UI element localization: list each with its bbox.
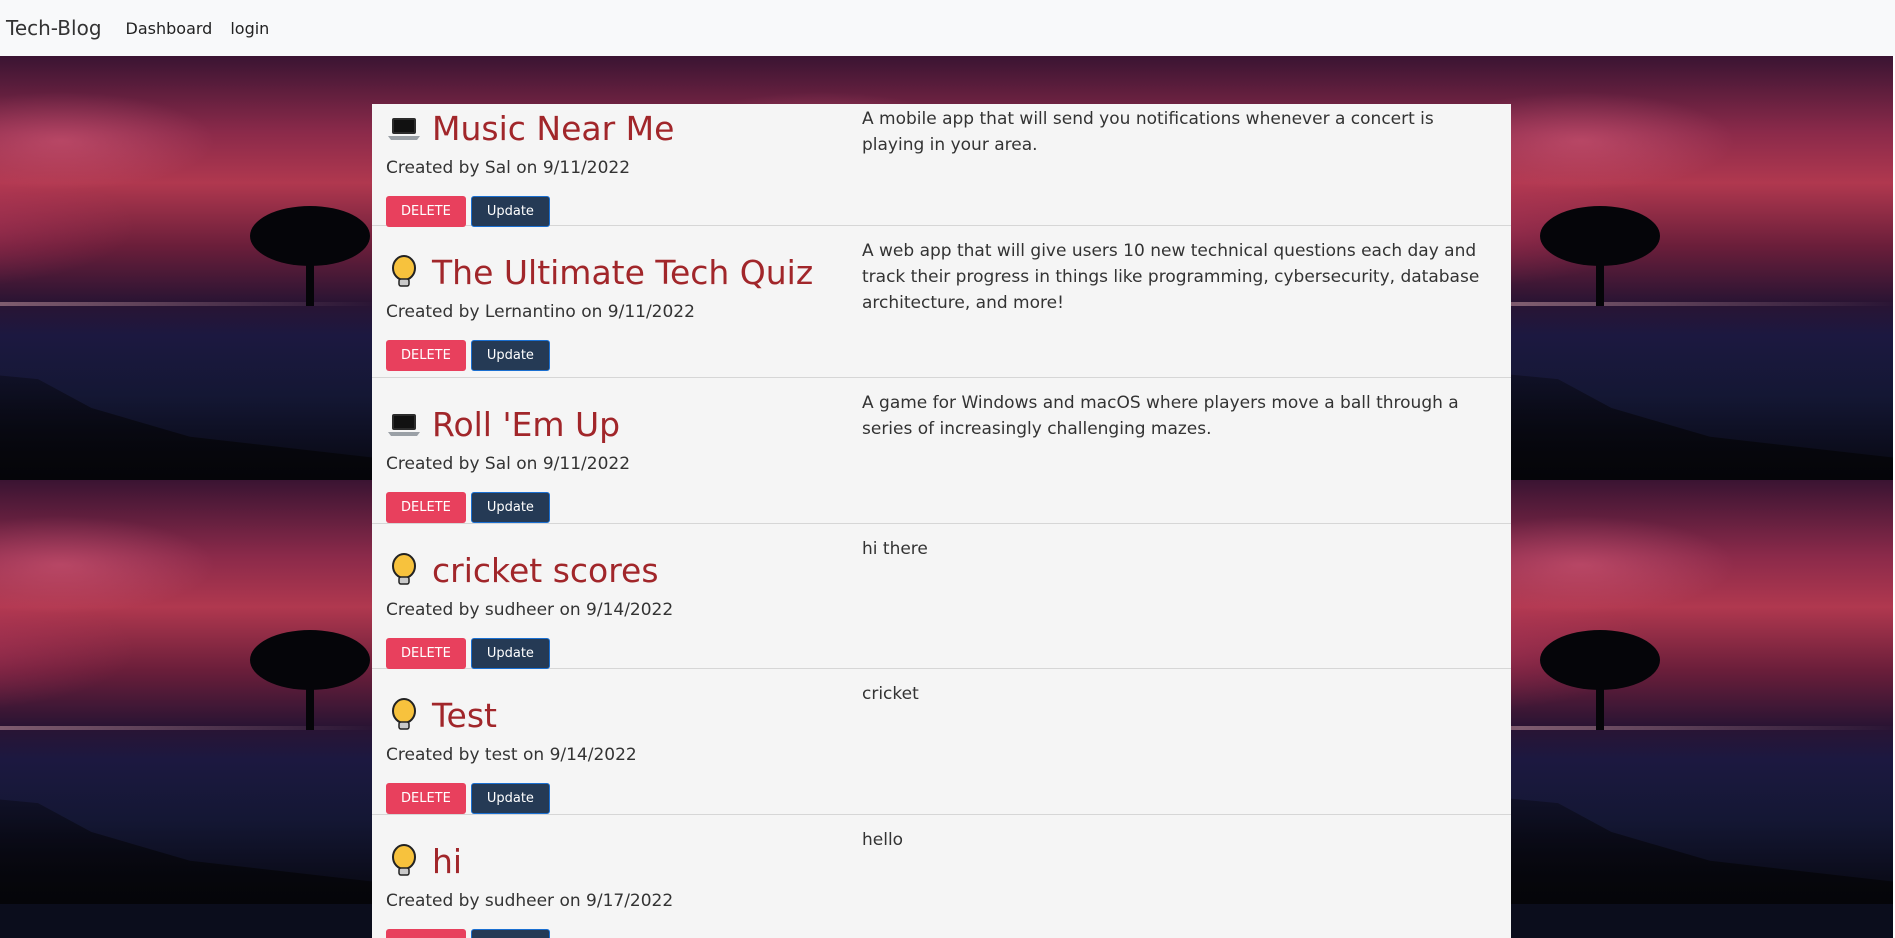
- lightbulb-icon: [392, 698, 416, 730]
- post-description: A mobile app that will send you notifica…: [862, 109, 1434, 155]
- post-title[interactable]: Music Near Me: [432, 109, 674, 148]
- post-item: The Ultimate Tech Quiz Created by Lernan…: [372, 226, 1511, 378]
- update-button[interactable]: Update: [470, 783, 550, 814]
- lightbulb-icon: [392, 844, 416, 876]
- tree-silhouette: [250, 206, 370, 306]
- post-description: A web app that will give users 10 new te…: [862, 241, 1480, 313]
- post-meta: Created by test on 9/14/2022: [386, 745, 637, 765]
- post-item: hi Created by sudheer on 9/17/2022 DELET…: [372, 815, 1511, 938]
- post-description: A game for Windows and macOS where playe…: [862, 393, 1459, 439]
- delete-button[interactable]: DELETE: [386, 638, 466, 669]
- update-button[interactable]: Update: [470, 638, 550, 669]
- update-button[interactable]: Update: [470, 196, 550, 227]
- delete-button[interactable]: DELETE: [386, 929, 466, 938]
- post-item: Roll 'Em Up Created by Sal on 9/11/2022 …: [372, 378, 1511, 524]
- post-meta: Created by Lernantino on 9/11/2022: [386, 302, 695, 322]
- post-title[interactable]: The Ultimate Tech Quiz: [432, 253, 813, 292]
- delete-button[interactable]: DELETE: [386, 783, 466, 814]
- post-title[interactable]: hi: [432, 842, 462, 881]
- post-item: Test Created by test on 9/14/2022 DELETE…: [372, 669, 1511, 815]
- laptop-icon: [388, 414, 420, 436]
- nav-link-login[interactable]: login: [230, 19, 269, 38]
- post-description: hello: [862, 830, 904, 850]
- post-title[interactable]: Roll 'Em Up: [432, 405, 620, 444]
- update-button[interactable]: Update: [470, 929, 550, 938]
- post-list: Music Near Me Created by Sal on 9/11/202…: [372, 104, 1511, 938]
- post-title[interactable]: Test: [432, 696, 497, 735]
- post-item: Music Near Me Created by Sal on 9/11/202…: [372, 104, 1511, 227]
- update-button[interactable]: Update: [470, 492, 550, 523]
- lightbulb-icon: [392, 255, 416, 287]
- delete-button[interactable]: DELETE: [386, 492, 466, 523]
- post-description: cricket: [862, 684, 919, 704]
- post-description: hi there: [862, 539, 928, 559]
- tree-silhouette: [1540, 206, 1660, 306]
- brand-link[interactable]: Tech-Blog: [6, 16, 102, 40]
- tree-silhouette: [1540, 630, 1660, 730]
- nav-link-dashboard[interactable]: Dashboard: [126, 19, 213, 38]
- post-meta: Created by Sal on 9/11/2022: [386, 158, 631, 178]
- post-meta: Created by sudheer on 9/14/2022: [386, 600, 674, 620]
- delete-button[interactable]: DELETE: [386, 196, 466, 227]
- post-meta: Created by Sal on 9/11/2022: [386, 454, 631, 474]
- delete-button[interactable]: DELETE: [386, 340, 466, 371]
- post-item: cricket scores Created by sudheer on 9/1…: [372, 524, 1511, 669]
- tree-silhouette: [250, 630, 370, 730]
- update-button[interactable]: Update: [470, 340, 550, 371]
- lightbulb-icon: [392, 553, 416, 585]
- post-title[interactable]: cricket scores: [432, 551, 659, 590]
- laptop-icon: [388, 118, 420, 140]
- post-meta: Created by sudheer on 9/17/2022: [386, 891, 674, 911]
- navbar: Tech-Blog Dashboard login: [0, 0, 1895, 56]
